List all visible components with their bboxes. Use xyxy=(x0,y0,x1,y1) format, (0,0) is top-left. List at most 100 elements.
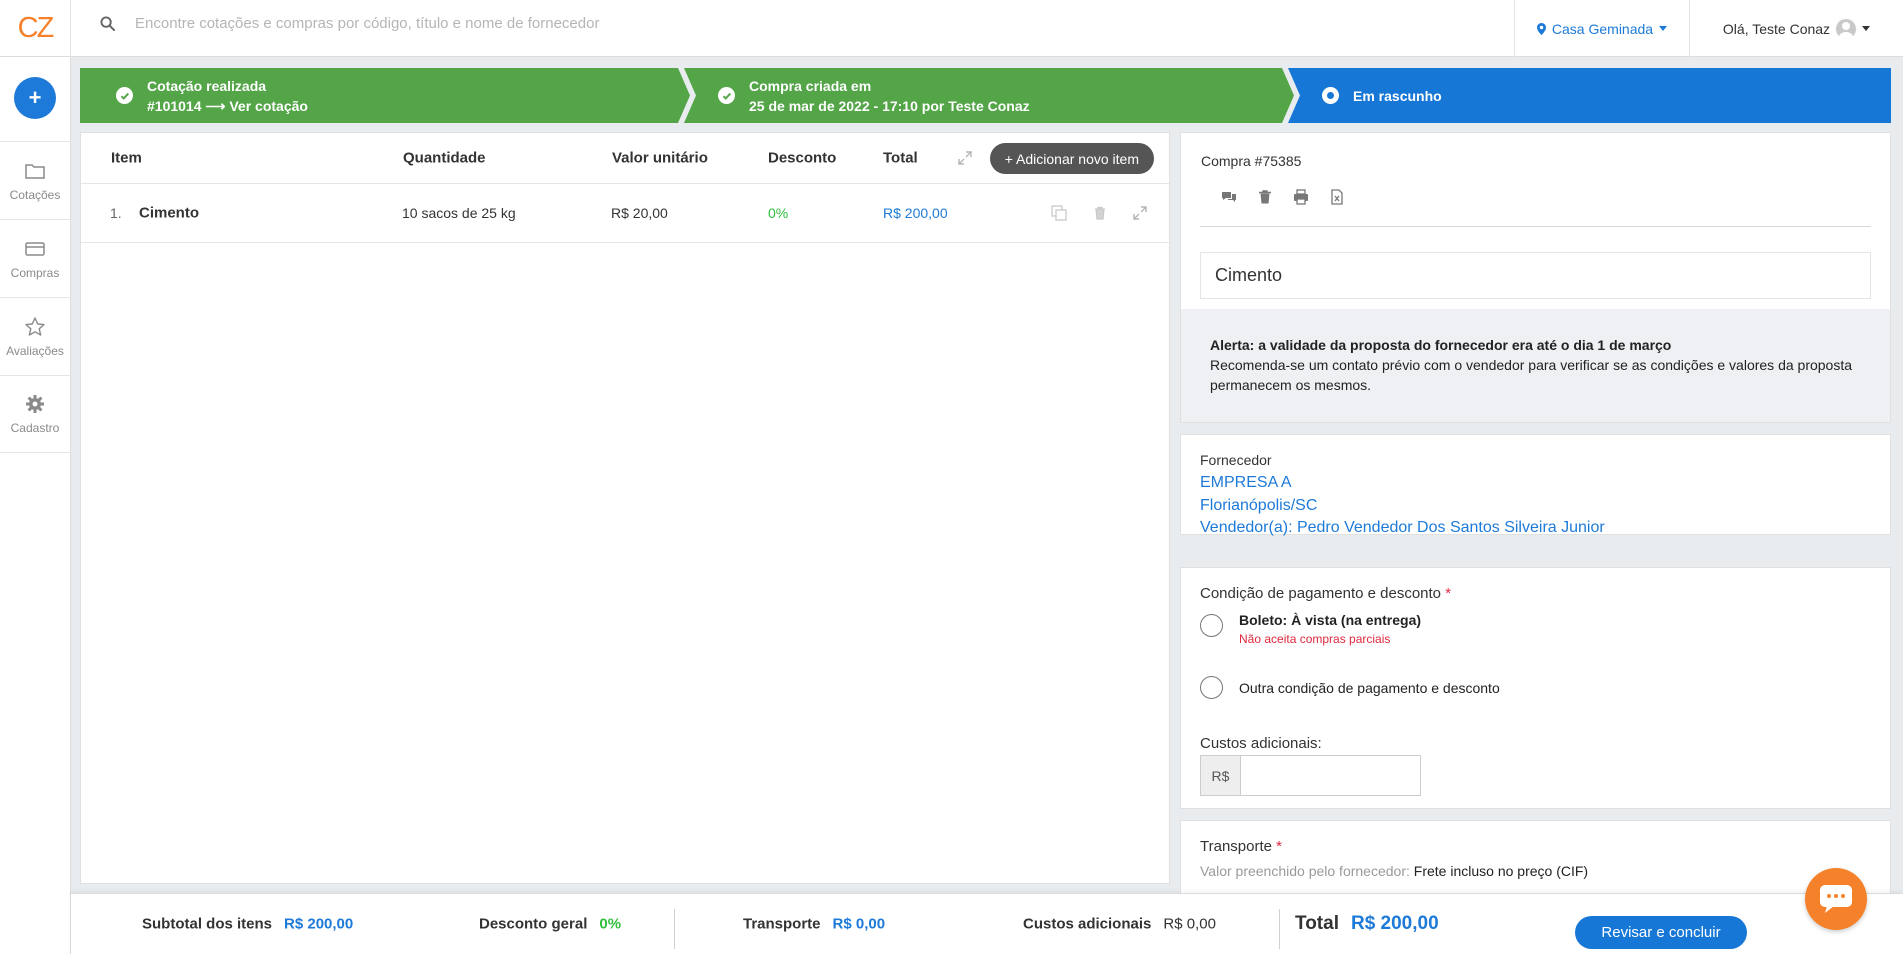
required-mark: * xyxy=(1276,838,1282,855)
validity-alert: Alerta: a validade da proposta do fornec… xyxy=(1181,309,1890,422)
purchase-card: Compra #75385 Cimento Alerta: a validade… xyxy=(1180,132,1891,423)
expand-all-icon[interactable] xyxy=(958,151,972,165)
row-index: 1. xyxy=(110,205,122,221)
supplier-card: Fornecedor EMPRESA A Florianópolis/SC Ve… xyxy=(1180,434,1891,536)
search-bar xyxy=(100,15,835,32)
add-item-button[interactable]: + Adicionar novo item xyxy=(989,143,1154,174)
general-discount: Desconto geral 0% xyxy=(479,916,621,933)
transport-total: Transporte R$ 0,00 xyxy=(743,916,885,933)
excel-file-icon[interactable] xyxy=(1329,189,1345,205)
chat-button[interactable] xyxy=(1805,868,1867,930)
check-icon xyxy=(116,87,133,104)
sidebar-item-label: Avaliações xyxy=(6,343,64,358)
column-total: Total xyxy=(883,149,918,167)
purchase-toolbar xyxy=(1221,189,1345,205)
subtotal-label: Subtotal dos itens xyxy=(142,915,273,933)
sidebar-item-cadastro[interactable]: Cadastro xyxy=(0,375,70,453)
trash-icon[interactable] xyxy=(1257,189,1273,205)
sidebar-item-avaliacoes[interactable]: Avaliações xyxy=(0,297,70,375)
partial-purchase-note: Não aceita compras parciais xyxy=(1239,632,1391,646)
payment-option-other[interactable]: Outra condição de pagamento e desconto xyxy=(1239,680,1500,696)
item-quantity: 10 sacos de 25 kg xyxy=(402,205,516,221)
step-subtitle: 25 de mar de 2022 - 17:10 por Teste Cona… xyxy=(749,97,1030,114)
costs-label: Custos adicionais xyxy=(1023,915,1152,933)
subtotal-value: R$ 200,00 xyxy=(284,915,354,933)
sidebar: + Cotações Compras Avaliações Cadastro xyxy=(0,57,71,954)
review-and-finish-button[interactable]: Revisar e concluir xyxy=(1575,916,1747,949)
obra-selector[interactable]: Casa Geminada xyxy=(1514,0,1690,57)
chevron-down-icon xyxy=(1862,26,1871,31)
column-quantidade: Quantidade xyxy=(403,149,486,167)
print-icon[interactable] xyxy=(1293,189,1309,205)
sidebar-item-label: Cotações xyxy=(9,187,61,202)
divider xyxy=(1200,226,1871,227)
sidebar-item-cotacoes[interactable]: Cotações xyxy=(0,141,70,219)
alert-text: Recomenda-se um contato prévio com o ven… xyxy=(1210,357,1853,393)
sidebar-item-label: Compras xyxy=(10,265,60,280)
divider xyxy=(1279,909,1280,949)
discount-label: Desconto geral xyxy=(479,915,588,933)
copy-icon[interactable] xyxy=(1051,205,1067,221)
add-button[interactable]: + xyxy=(14,77,56,119)
extra-costs-label: Custos adicionais: xyxy=(1200,735,1322,752)
step-title: Em rascunho xyxy=(1353,87,1442,104)
payment-option-boleto[interactable]: Boleto: À vista (na entrega) xyxy=(1239,612,1421,628)
transport-supplier-value: Valor preenchido pelo fornecedor: Frete … xyxy=(1200,863,1588,879)
ver-cotacao-link[interactable]: #101014 ⟶ Ver cotação xyxy=(147,96,308,116)
check-icon xyxy=(718,87,735,104)
avatar xyxy=(1836,18,1857,39)
supplier-seller[interactable]: Vendedor(a): Pedro Vendedor Dos Santos S… xyxy=(1200,517,1871,540)
currency-prefix: R$ xyxy=(1201,756,1241,795)
transport-filled-value: Frete incluso no preço (CIF) xyxy=(1413,863,1589,879)
credit-card-icon xyxy=(25,241,45,256)
item-name: Cimento xyxy=(139,204,199,222)
gear-icon xyxy=(26,395,44,413)
item-discount: 0% xyxy=(768,205,789,221)
transport-title: Transporte * xyxy=(1200,838,1282,855)
current-step-icon xyxy=(1322,87,1339,104)
payment-title: Condição de pagamento e desconto * xyxy=(1200,585,1451,602)
extra-costs-field: R$ xyxy=(1200,755,1421,796)
payment-title-text: Condição de pagamento e desconto xyxy=(1200,585,1442,602)
sidebar-item-compras[interactable]: Compras xyxy=(0,219,70,297)
supplier-label: Fornecedor xyxy=(1200,452,1272,468)
transport-title-text: Transporte xyxy=(1200,838,1272,855)
items-table-header: Item Quantidade Valor unitário Desconto … xyxy=(81,133,1169,184)
sidebar-nav: Cotações Compras Avaliações Cadastro xyxy=(0,141,70,453)
step-cotacao[interactable]: Cotação realizada #101014 ⟶ Ver cotação xyxy=(80,68,690,123)
total-value: R$ 200,00 xyxy=(1350,913,1439,934)
user-greeting: Olá, Teste Conaz xyxy=(1722,20,1831,37)
search-icon xyxy=(100,16,115,31)
transport-value: R$ 0,00 xyxy=(832,915,886,933)
subtotal: Subtotal dos itens R$ 200,00 xyxy=(142,916,353,933)
top-bar: CZ Casa Geminada Olá, Teste Conaz xyxy=(0,0,1903,57)
divider xyxy=(674,909,675,949)
supplier-name-link[interactable]: EMPRESA A xyxy=(1200,472,1871,495)
items-panel: Item Quantidade Valor unitário Desconto … xyxy=(80,132,1170,884)
logo[interactable]: CZ xyxy=(0,0,71,57)
trash-icon[interactable] xyxy=(1093,206,1107,220)
payment-option-boleto-radio[interactable] xyxy=(1200,614,1223,637)
step-compra-criada: Compra criada em 25 de mar de 2022 - 17:… xyxy=(684,68,1294,123)
payment-option-other-radio[interactable] xyxy=(1200,676,1223,699)
progress-steps: Cotação realizada #101014 ⟶ Ver cotação … xyxy=(80,68,1891,123)
purchase-item-name: Cimento xyxy=(1200,252,1871,299)
column-item: Item xyxy=(111,149,142,167)
purchase-title: Compra #75385 xyxy=(1201,153,1302,169)
search-input[interactable] xyxy=(135,15,835,32)
user-menu[interactable]: Olá, Teste Conaz xyxy=(1690,0,1903,57)
expand-icon[interactable] xyxy=(1133,206,1147,220)
totals-bar: Subtotal dos itens R$ 200,00 Desconto ger… xyxy=(71,893,1903,954)
item-unit-price: R$ 20,00 xyxy=(611,205,668,221)
step-title: Cotação realizada xyxy=(147,77,267,94)
obra-name: Casa Geminada xyxy=(1551,20,1654,37)
total-label: Total xyxy=(1295,913,1339,934)
comments-icon[interactable] xyxy=(1221,189,1237,205)
discount-value: 0% xyxy=(599,915,622,933)
supplier-city[interactable]: Florianópolis/SC xyxy=(1200,495,1871,518)
extra-costs-input[interactable] xyxy=(1241,756,1420,795)
required-mark: * xyxy=(1445,585,1452,602)
grand-total: Total R$ 200,00 xyxy=(1295,913,1439,935)
item-total: R$ 200,00 xyxy=(883,205,948,221)
folder-icon xyxy=(25,163,45,179)
